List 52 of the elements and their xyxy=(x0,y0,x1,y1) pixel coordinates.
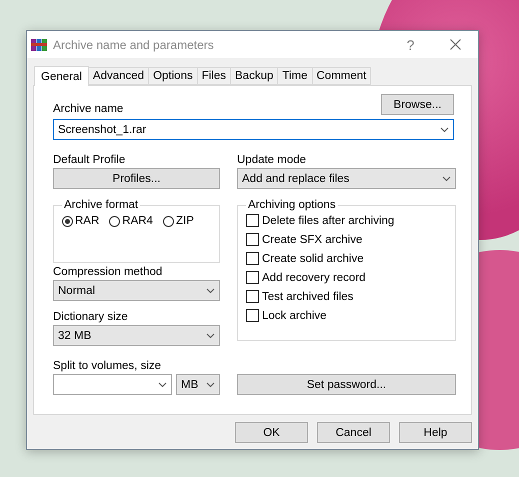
dialog-button[interactable]: Help xyxy=(399,422,472,443)
checkbox-option[interactable]: Lock archive xyxy=(246,309,447,322)
set-password-button[interactable]: Set password... xyxy=(237,374,456,395)
chevron-down-icon xyxy=(206,288,215,294)
window-title: Archive name and parameters xyxy=(53,38,215,52)
tab[interactable]: Backup xyxy=(230,67,278,85)
help-button[interactable]: ? xyxy=(388,31,433,58)
chevron-down-icon xyxy=(158,382,167,388)
field-label: Update mode xyxy=(237,154,308,166)
close-icon xyxy=(450,39,461,50)
field-label: Archive name xyxy=(53,103,124,115)
tab[interactable]: Options xyxy=(148,67,198,85)
chevron-down-icon xyxy=(206,332,215,338)
field-label: Dictionary size xyxy=(53,311,129,323)
field-label: Default Profile xyxy=(53,154,126,166)
tab[interactable]: Time xyxy=(277,67,312,85)
tab[interactable]: Advanced xyxy=(88,67,150,85)
checkbox[interactable] xyxy=(246,233,259,246)
dictionary-dropdown[interactable]: 32 MB xyxy=(53,325,220,346)
archive-name-field[interactable]: Screenshot_1.rar xyxy=(53,119,454,140)
checkbox[interactable] xyxy=(246,290,259,303)
dialog-button[interactable]: Cancel xyxy=(317,422,390,443)
checkbox-option[interactable]: Delete files after archiving xyxy=(246,214,447,227)
chevron-down-icon xyxy=(206,382,215,388)
compression-dropdown[interactable]: Normal xyxy=(53,280,220,301)
field-label: Split to volumes, size xyxy=(53,360,162,372)
update-mode-dropdown[interactable]: Add and replace files xyxy=(237,168,456,189)
dialog-button[interactable]: OK xyxy=(235,422,308,443)
checkbox-option[interactable]: Test archived files xyxy=(246,290,447,303)
browse-button[interactable]: Browse... xyxy=(381,94,454,115)
tab[interactable]: Files xyxy=(196,67,231,85)
radio-option[interactable]: ZIP xyxy=(162,215,194,227)
chevron-down-icon xyxy=(440,126,449,132)
field-label: Compression method xyxy=(53,266,164,278)
group-label: Archive format xyxy=(63,199,140,211)
checkbox[interactable] xyxy=(246,309,259,322)
radio-option[interactable]: RAR xyxy=(62,215,100,227)
tab[interactable]: General xyxy=(34,66,89,86)
unit-dropdown[interactable]: MB xyxy=(176,374,220,395)
tab[interactable]: Comment xyxy=(312,67,372,85)
archive-books-icon xyxy=(31,38,47,52)
checkbox-option[interactable]: Add recovery record xyxy=(246,271,447,284)
group-label: Archiving options xyxy=(247,199,337,211)
checkbox-option[interactable]: Create SFX archive xyxy=(246,233,447,246)
chevron-down-icon xyxy=(442,176,451,182)
volume-size-field[interactable] xyxy=(53,374,172,395)
checkbox-option[interactable]: Create solid archive xyxy=(246,252,447,265)
checkbox[interactable] xyxy=(246,271,259,284)
profiles-button[interactable]: Profiles... xyxy=(53,168,220,189)
checkbox[interactable] xyxy=(246,214,259,227)
checkbox[interactable] xyxy=(246,252,259,265)
radio-option[interactable]: RAR4 xyxy=(109,215,153,227)
